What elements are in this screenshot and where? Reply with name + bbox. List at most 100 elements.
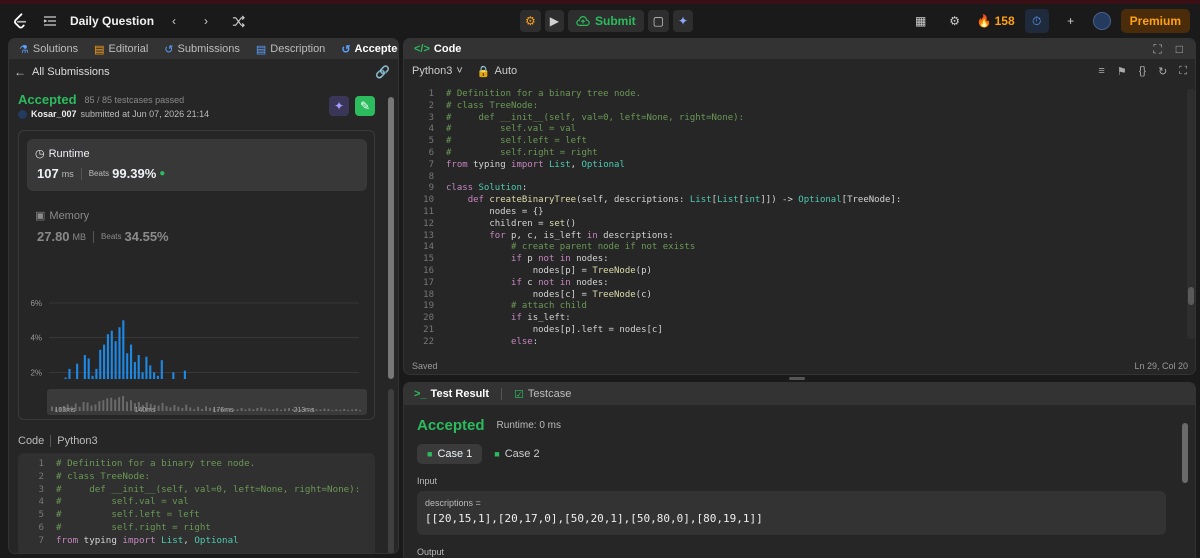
runtime-range-selector[interactable]: 103ms 140ms 176ms 213ms (47, 389, 369, 415)
tab-accepted[interactable]: ↺Accepted× (337, 43, 398, 56)
reset-icon[interactable]: ↻ (1158, 65, 1167, 78)
left-scrollbar-track[interactable] (388, 389, 394, 553)
tab-solutions[interactable]: ⚗ Solutions (15, 43, 82, 56)
chart-bar[interactable] (83, 355, 86, 379)
mini-bar (359, 410, 362, 411)
chart-bar[interactable] (110, 330, 113, 379)
case-2-tab[interactable]: ■ Case 2 (492, 444, 541, 464)
chart-bar[interactable] (76, 363, 79, 379)
chart-bar[interactable] (129, 344, 133, 379)
leetcode-logo-icon[interactable] (10, 11, 30, 31)
tab-label: Solutions (32, 43, 79, 55)
ai-assist-button[interactable]: ✦ (673, 10, 694, 32)
mini-bar (173, 405, 176, 411)
mini-bar (319, 409, 322, 411)
braces-icon[interactable]: {} (1139, 65, 1146, 78)
all-submissions-link[interactable]: All Submissions (32, 66, 110, 78)
premium-button[interactable]: Premium (1120, 9, 1190, 33)
chart-bar[interactable] (118, 327, 121, 379)
layout-icon[interactable]: ▦ (909, 9, 933, 33)
timer-icon[interactable]: ⏱ (1024, 9, 1049, 33)
chart-bar[interactable] (149, 365, 152, 379)
code-line: 6 # self.right = right (38, 521, 211, 533)
bookmark-icon[interactable]: ⚑ (1117, 65, 1127, 78)
chart-bar[interactable] (126, 353, 129, 379)
language-select[interactable]: Python3 ˅ (412, 65, 463, 77)
chart-bar[interactable] (153, 372, 156, 379)
problem-list-icon[interactable] (38, 9, 62, 33)
chart-bar[interactable] (87, 358, 90, 379)
tab-test-result[interactable]: >_ Test Result (410, 388, 493, 400)
code-editor[interactable]: 1 # Definition for a binary tree node. 2 # … (404, 89, 1184, 346)
code-language: Python3 (57, 435, 98, 447)
chart-bar[interactable] (183, 370, 186, 379)
input-box[interactable]: descriptions = [[20,15,1],[20,17,0],[50,… (417, 491, 1166, 535)
editor-scrollbar-thumb[interactable] (1188, 287, 1194, 305)
tab-description[interactable]: ▤ Description (252, 43, 329, 56)
code-line: 22 else: (423, 336, 539, 346)
runtime-distribution-chart[interactable]: 6%4%2%0%103ms140ms176ms213ms (9, 259, 369, 379)
tab-code[interactable]: </> Code (410, 43, 465, 55)
chart-bar[interactable] (99, 349, 102, 379)
edit-notes-button[interactable]: ✎ (355, 96, 375, 116)
chart-bar[interactable] (103, 344, 106, 379)
tab-testcase[interactable]: ☑ Testcase (510, 388, 575, 401)
submitted-code-block[interactable]: 1 # Definition for a binary tree node. 2 # … (18, 453, 375, 553)
submitted-time: submitted at Jun 07, 2026 21:14 (80, 109, 210, 119)
user-avatar[interactable] (1092, 12, 1111, 30)
fullscreen-icon[interactable]: ⛶ (1179, 65, 1187, 78)
result-status: Accepted (417, 417, 485, 434)
arrow-left-icon[interactable]: ← (14, 65, 26, 79)
chart-bar[interactable] (106, 334, 109, 379)
maximize-icon[interactable]: ⛶ (1153, 42, 1161, 57)
test-scrollbar[interactable] (1182, 423, 1188, 483)
runtime-divider (80, 167, 82, 180)
analyze-button[interactable]: ✦ (329, 96, 349, 116)
chart-bar[interactable] (141, 372, 144, 379)
left-scrollbar[interactable] (388, 97, 394, 379)
format-icon[interactable]: ≡ (1098, 65, 1104, 78)
chevron-right-icon[interactable]: › (194, 9, 218, 33)
code-editor-panel: </> Code ⛶ □ Python3 ˅ 🔒 Auto ≡ ⚑ {} ↻ ⛶ 1 #… (403, 38, 1196, 375)
case-1-tab[interactable]: ■ Case 1 (417, 444, 483, 464)
debug-button[interactable]: ⚙ (520, 10, 541, 32)
chevron-left-icon[interactable]: ‹ (162, 9, 186, 33)
add-friend-icon[interactable]: + (1059, 9, 1083, 33)
mode-select[interactable]: 🔒 Auto (477, 65, 517, 78)
back-row: ← All Submissions 🔗 (14, 65, 390, 79)
chart-bar[interactable] (95, 368, 98, 379)
result-runtime: Runtime: 0 ms (496, 420, 561, 431)
chart-bar[interactable] (172, 372, 175, 379)
case-tabs: ■ Case 1 ■ Case 2 (417, 444, 542, 464)
mini-bar (323, 408, 326, 411)
tab-submissions[interactable]: ↺ Submissions (160, 43, 244, 56)
chart-bar[interactable] (91, 375, 94, 379)
chart-bar[interactable] (64, 377, 67, 379)
settings-gear-icon[interactable]: ⚙ (943, 9, 967, 33)
chart-bar[interactable] (156, 375, 160, 379)
tab-editorial[interactable]: ▤ Editorial (90, 43, 152, 56)
streak-counter[interactable]: 🔥 158 (977, 14, 1015, 28)
problem-list-title[interactable]: Daily Question (70, 14, 154, 28)
submitter-name[interactable]: Kosar_007 (31, 109, 77, 119)
chart-bar[interactable] (68, 368, 71, 379)
submit-button[interactable]: Submit (568, 10, 644, 32)
chart-bar[interactable] (133, 361, 136, 379)
code-line: 1 # Definition for a binary tree node. (38, 458, 256, 469)
run-button[interactable]: ▶ (544, 10, 564, 32)
memory-card[interactable]: ▣ Memory 27.80 MB Beats 34.55% (27, 204, 367, 249)
expand-icon[interactable]: □ (1176, 42, 1183, 57)
chart-bar[interactable] (122, 320, 125, 379)
user-avatar-small[interactable] (18, 109, 27, 119)
runtime-card[interactable]: ◷ Runtime 107 ms Beats 99.39% ● (27, 139, 367, 191)
link-icon[interactable]: 🔗 (375, 65, 390, 79)
shuffle-icon[interactable] (226, 9, 250, 33)
chart-bar[interactable] (160, 360, 163, 379)
notes-button[interactable]: ▢ (647, 10, 670, 32)
chart-bar[interactable] (145, 356, 148, 379)
resize-handle[interactable] (789, 377, 805, 380)
memory-beats-label: Beats (101, 232, 122, 241)
range-track[interactable] (47, 389, 367, 415)
chart-bar[interactable] (114, 341, 117, 379)
chart-bar[interactable] (137, 355, 140, 379)
